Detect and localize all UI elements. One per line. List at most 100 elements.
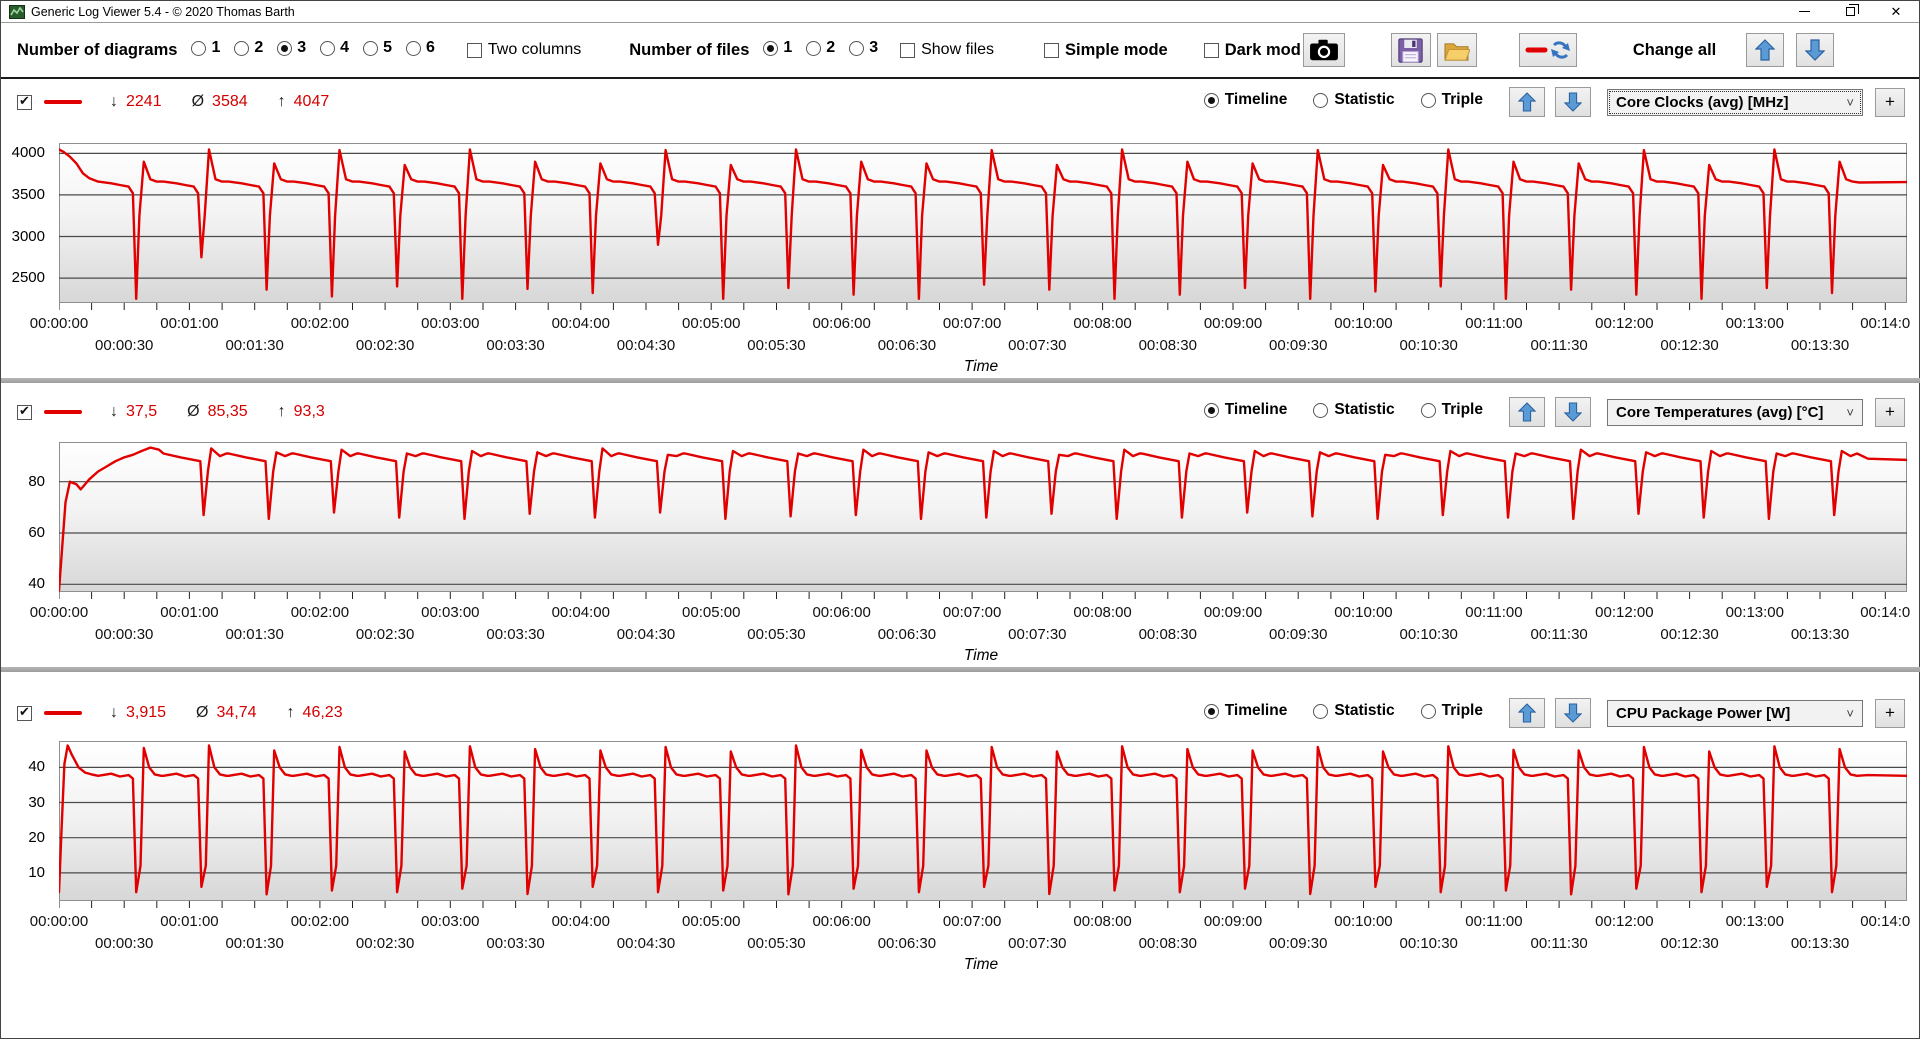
number-of-diagrams-radio-3[interactable]: 3 bbox=[277, 39, 306, 57]
radio-icon[interactable] bbox=[363, 40, 379, 56]
series-visible-checkbox[interactable] bbox=[17, 704, 32, 721]
add-series-button[interactable]: + bbox=[1875, 698, 1905, 728]
y-tick-label: 60 bbox=[28, 524, 45, 542]
stat-min: 37,5 bbox=[126, 403, 158, 420]
x-tick-label: 00:05:00 bbox=[682, 315, 741, 332]
radio-icon[interactable] bbox=[320, 40, 336, 56]
add-series-button[interactable]: + bbox=[1875, 87, 1905, 117]
average-icon: Ø bbox=[191, 93, 205, 110]
move-series-down-button[interactable] bbox=[1555, 87, 1591, 117]
move-series-up-button[interactable] bbox=[1509, 397, 1545, 427]
simple-mode-box[interactable] bbox=[1044, 42, 1060, 58]
number-of-diagrams-radio-6[interactable]: 6 bbox=[405, 39, 435, 57]
move-series-down-button[interactable] bbox=[1555, 698, 1591, 728]
close-button[interactable]: ✕ bbox=[1873, 1, 1919, 23]
series-select-value: Core Clocks (avg) [MHz] bbox=[1616, 93, 1789, 111]
change-all-down-button[interactable] bbox=[1796, 33, 1835, 67]
dark-mode-checkbox[interactable]: Dark mod bbox=[1203, 41, 1301, 60]
series-color-swatch[interactable] bbox=[44, 410, 82, 414]
radio-icon[interactable] bbox=[1313, 92, 1329, 108]
number-of-files-radio-2[interactable]: 2 bbox=[806, 39, 835, 57]
x-tick-label: 00:13:30 bbox=[1790, 626, 1850, 643]
series-visible-checkbox[interactable] bbox=[17, 93, 32, 110]
move-series-up-button[interactable] bbox=[1509, 87, 1545, 117]
radio-icon[interactable] bbox=[1420, 703, 1436, 719]
x-tick-label: 00:11:30 bbox=[1530, 337, 1588, 354]
number-of-files-radio-1[interactable]: 1 bbox=[763, 39, 792, 57]
show-files-checkbox[interactable]: Show files bbox=[900, 41, 994, 59]
number-of-diagrams-radio-2[interactable]: 2 bbox=[234, 39, 263, 57]
simple-mode-checkbox[interactable]: Simple mode bbox=[1044, 41, 1168, 60]
x-tick-label: 00:10:30 bbox=[1399, 337, 1458, 354]
view-mode-radios: Timeline Statistic Triple bbox=[1203, 91, 1509, 113]
two-columns-box[interactable] bbox=[466, 42, 482, 58]
x-tick-label: 00:08:00 bbox=[1073, 913, 1132, 930]
restore-button[interactable] bbox=[1827, 1, 1873, 23]
number-of-files-radio-3[interactable]: 3 bbox=[849, 39, 878, 57]
x-tick-label: 00:04:00 bbox=[551, 913, 610, 930]
radio-icon[interactable] bbox=[1420, 92, 1436, 108]
view-radio-statistic[interactable]: Statistic bbox=[1313, 702, 1395, 720]
view-radio-timeline[interactable]: Timeline bbox=[1203, 91, 1287, 109]
view-radio-timeline[interactable]: Timeline bbox=[1203, 702, 1287, 720]
view-radio-triple[interactable]: Triple bbox=[1420, 91, 1483, 109]
radio-label: 1 bbox=[211, 39, 221, 57]
open-folder-button[interactable] bbox=[1436, 33, 1477, 67]
radio-icon[interactable] bbox=[1313, 402, 1329, 418]
move-series-down-button[interactable] bbox=[1555, 397, 1591, 427]
x-tick-label: 00:13:00 bbox=[1725, 604, 1784, 621]
line-color-refresh-button[interactable] bbox=[1518, 33, 1577, 67]
view-radio-timeline[interactable]: Timeline bbox=[1203, 401, 1287, 419]
screenshot-button[interactable] bbox=[1302, 33, 1345, 67]
radio-icon[interactable] bbox=[234, 40, 250, 56]
x-tick-label: 00:13:00 bbox=[1725, 315, 1784, 332]
timeline-chart[interactable] bbox=[59, 741, 1907, 910]
x-tick-label: 00:00:00 bbox=[29, 913, 89, 930]
down-arrow-icon bbox=[1805, 39, 1826, 61]
window-title: Generic Log Viewer 5.4 - © 2020 Thomas B… bbox=[31, 4, 295, 19]
number-of-diagrams-radio-1[interactable]: 1 bbox=[191, 39, 220, 57]
radio-icon[interactable] bbox=[806, 40, 822, 56]
move-series-up-button[interactable] bbox=[1509, 698, 1545, 728]
radio-icon[interactable] bbox=[763, 40, 779, 56]
number-of-diagrams-radio-4[interactable]: 4 bbox=[320, 39, 349, 57]
radio-icon[interactable] bbox=[1420, 402, 1436, 418]
radio-icon[interactable] bbox=[191, 40, 207, 56]
change-all-up-button[interactable] bbox=[1746, 33, 1785, 67]
number-of-diagrams-radio-5[interactable]: 5 bbox=[363, 39, 392, 57]
radio-icon[interactable] bbox=[849, 40, 865, 56]
view-radio-triple[interactable]: Triple bbox=[1420, 702, 1483, 720]
timeline-chart[interactable] bbox=[59, 442, 1907, 601]
change-all-label: Change all bbox=[1632, 40, 1717, 59]
two-columns-checkbox[interactable]: Two columns bbox=[466, 41, 581, 59]
x-tick-label: 00:04:00 bbox=[551, 604, 610, 621]
view-radio-statistic[interactable]: Statistic bbox=[1313, 91, 1395, 109]
series-color-swatch[interactable] bbox=[44, 100, 82, 104]
dark-mode-box[interactable] bbox=[1203, 42, 1219, 58]
series-select-dropdown[interactable]: CPU Package Power [W] ˅ bbox=[1607, 699, 1863, 727]
radio-label: 4 bbox=[340, 39, 350, 57]
radio-icon[interactable] bbox=[405, 40, 421, 56]
show-files-box[interactable] bbox=[900, 42, 916, 58]
series-color-swatch[interactable] bbox=[44, 711, 82, 715]
radio-icon[interactable] bbox=[1313, 703, 1329, 719]
radio-icon[interactable] bbox=[1203, 402, 1219, 418]
y-tick-label: 3000 bbox=[11, 227, 45, 245]
minimize-button[interactable] bbox=[1781, 1, 1827, 23]
max-icon: ↑ bbox=[277, 93, 286, 110]
x-tick-label: 00:01:30 bbox=[225, 337, 284, 354]
radio-icon[interactable] bbox=[1203, 703, 1219, 719]
timeline-chart[interactable] bbox=[59, 143, 1907, 312]
view-radio-statistic[interactable]: Statistic bbox=[1313, 401, 1395, 419]
number-of-files-label: Number of files bbox=[629, 40, 750, 59]
radio-label: 1 bbox=[783, 39, 793, 57]
x-tick-label: 00:11:30 bbox=[1530, 935, 1588, 952]
add-series-button[interactable]: + bbox=[1875, 397, 1905, 427]
series-visible-checkbox[interactable] bbox=[17, 403, 32, 420]
save-button[interactable] bbox=[1390, 33, 1431, 67]
radio-icon[interactable] bbox=[1203, 92, 1219, 108]
view-radio-triple[interactable]: Triple bbox=[1420, 401, 1483, 419]
series-select-dropdown[interactable]: Core Temperatures (avg) [°C] ˅ bbox=[1607, 398, 1863, 426]
radio-icon[interactable] bbox=[277, 40, 293, 56]
series-select-dropdown[interactable]: Core Clocks (avg) [MHz] ˅ bbox=[1607, 88, 1863, 116]
